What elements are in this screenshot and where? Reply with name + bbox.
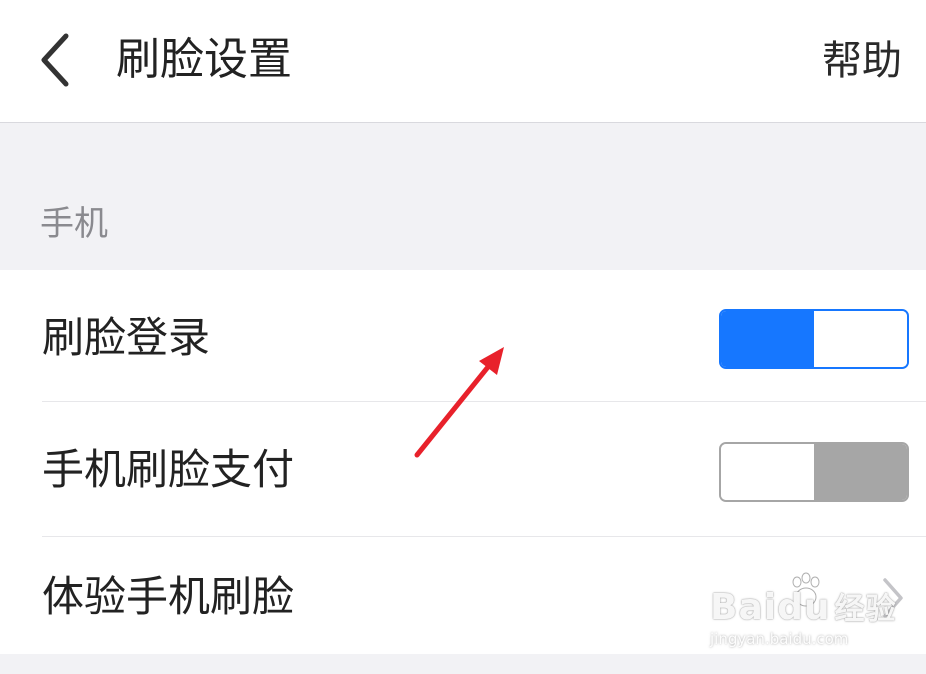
nav-bar: 刷脸设置 帮助 — [0, 0, 926, 123]
row-face-pay[interactable]: 手机刷脸支付 — [0, 402, 926, 530]
toggle-track-off — [814, 444, 907, 500]
toggle-knob — [721, 444, 814, 500]
settings-list: 刷脸登录 手机刷脸支付 体验手机刷脸 — [0, 270, 926, 654]
toggle-knob — [814, 311, 907, 367]
row-try-face-scan[interactable]: 体验手机刷脸 — [0, 537, 926, 665]
help-button[interactable]: 帮助 — [822, 33, 902, 89]
row-label-face-login: 刷脸登录 — [42, 313, 211, 362]
face-pay-toggle[interactable] — [719, 442, 909, 502]
toggle-track-on — [721, 311, 814, 367]
row-face-login[interactable]: 刷脸登录 — [0, 270, 926, 398]
face-login-toggle[interactable] — [719, 309, 909, 369]
back-button[interactable] — [30, 28, 86, 92]
chevron-left-icon — [41, 33, 69, 87]
section-header: 手机 — [40, 204, 108, 244]
page-title: 刷脸设置 — [116, 34, 292, 85]
chevron-right-icon — [883, 578, 903, 618]
row-label-face-pay: 手机刷脸支付 — [42, 445, 295, 494]
row-label-try-face-scan: 体验手机刷脸 — [42, 572, 295, 621]
